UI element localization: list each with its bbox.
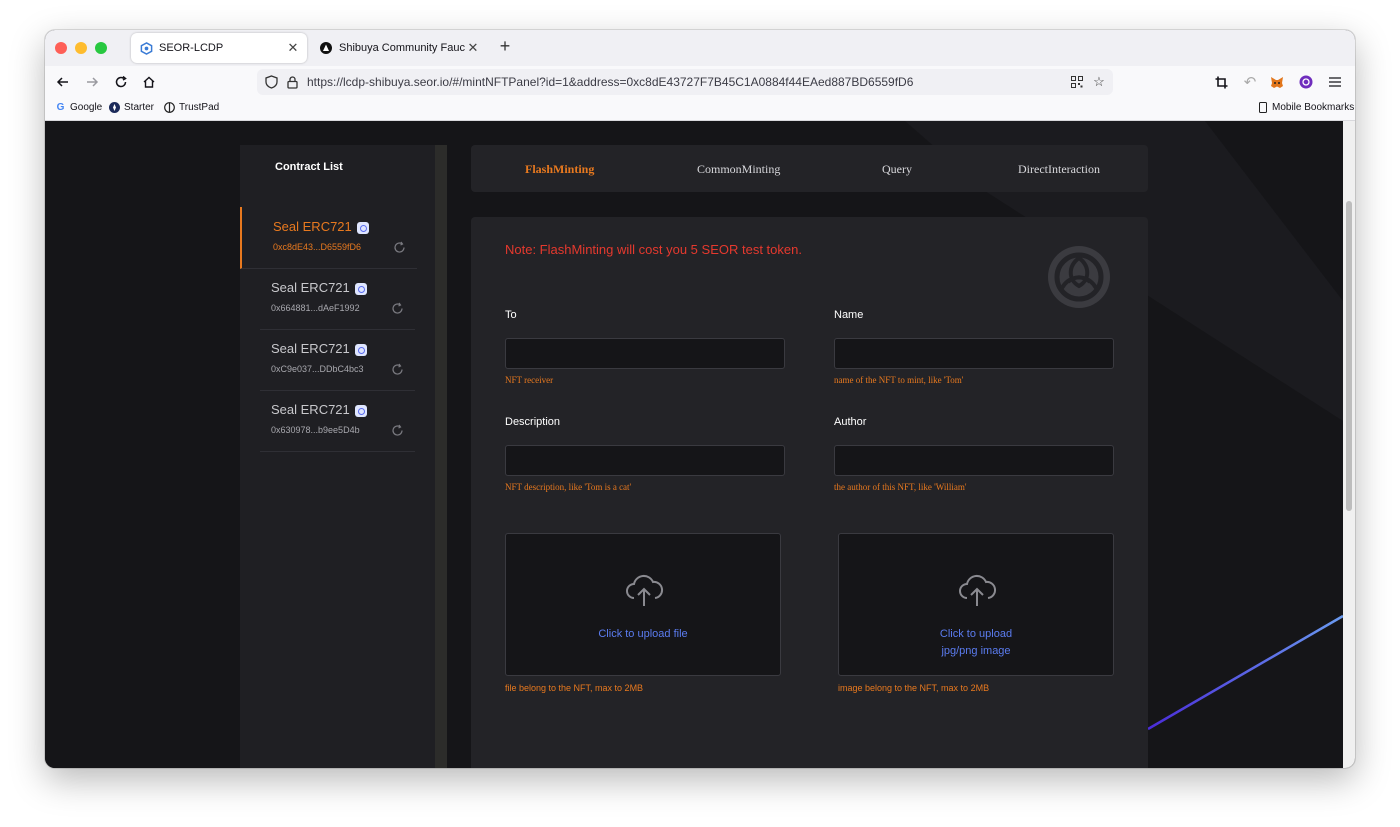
- undo-arrow-icon[interactable]: ↶: [1241, 73, 1259, 91]
- tab-title: SEOR-LCDP: [159, 42, 224, 54]
- description-input[interactable]: [505, 445, 785, 476]
- forward-arrow-icon[interactable]: [83, 73, 101, 91]
- image-upload-area[interactable]: Click to upload jpg/png image: [838, 533, 1114, 676]
- contract-list-sidebar: Contract List Seal ERC721 0xc8dE43...D65…: [240, 145, 435, 768]
- bookmark-label: Google: [70, 102, 103, 113]
- zoom-window-button[interactable]: [95, 42, 107, 54]
- page-scrollbar[interactable]: [1343, 121, 1355, 768]
- name-hint: name of the NFT to mint, like 'Tom': [834, 375, 964, 385]
- qr-code-icon[interactable]: [1069, 74, 1085, 90]
- contract-item[interactable]: Seal ERC721 0xC9e037...DDbC4bc3: [260, 329, 415, 391]
- lock-icon[interactable]: [284, 74, 300, 90]
- hamburger-menu-icon[interactable]: [1326, 73, 1344, 91]
- bookmark-google[interactable]: G Google: [55, 102, 103, 113]
- name-input[interactable]: [834, 338, 1114, 369]
- name-label: Name: [834, 309, 864, 321]
- contract-name: Seal ERC721: [271, 280, 350, 295]
- bookmark-starter[interactable]: Starter: [109, 102, 154, 113]
- tab-directinteraction[interactable]: DirectInteraction: [1018, 162, 1100, 177]
- plus-icon[interactable]: +: [495, 36, 515, 57]
- contract-address: 0xC9e037...DDbC4bc3: [271, 364, 364, 374]
- url-bar[interactable]: https://lcdp-shibuya.seor.io/#/mintNFTPa…: [257, 69, 1113, 95]
- refresh-icon[interactable]: [391, 424, 404, 437]
- sidebar-title: Contract List: [275, 161, 343, 173]
- bookmark-label: TrustPad: [179, 102, 220, 113]
- metamask-fox-icon[interactable]: [1268, 73, 1286, 91]
- page-content: Contract List Seal ERC721 0xc8dE43...D65…: [45, 121, 1343, 768]
- contract-name: Seal ERC721: [271, 341, 350, 356]
- contract-badge-icon: [355, 405, 367, 417]
- contract-badge-icon: [355, 283, 367, 295]
- close-tab-icon[interactable]: ✕: [285, 40, 301, 56]
- minting-tabs: FlashMinting CommonMinting Query DirectI…: [471, 145, 1148, 192]
- contract-badge-icon: [357, 222, 369, 234]
- refresh-icon[interactable]: [391, 302, 404, 315]
- flashminting-panel: Note: FlashMinting will cost you 5 SEOR …: [471, 217, 1148, 768]
- home-icon[interactable]: [140, 73, 158, 91]
- contract-item[interactable]: Seal ERC721 0x664881...dAeF1992: [260, 268, 415, 330]
- to-label: To: [505, 309, 517, 321]
- scrollbar-thumb[interactable]: [1346, 201, 1352, 511]
- close-tab-icon[interactable]: ✕: [465, 40, 481, 56]
- trustpad-icon: [164, 102, 175, 113]
- file-upload-area[interactable]: Click to upload file: [505, 533, 781, 676]
- cloud-upload-icon: [626, 574, 664, 606]
- description-label: Description: [505, 416, 561, 428]
- reload-icon[interactable]: [112, 73, 130, 91]
- tab-title: Shibuya Community Faucet: [339, 42, 465, 54]
- image-upload-text-line2[interactable]: jpg/png image: [839, 643, 1113, 660]
- bookmarks-bar: G Google Starter TrustPad Mobile Bookmar…: [45, 98, 1355, 121]
- star-bookmark-icon[interactable]: ☆: [1091, 74, 1107, 90]
- author-input[interactable]: [834, 445, 1114, 476]
- polkadot-extension-icon[interactable]: [1297, 73, 1315, 91]
- bookmark-trustpad[interactable]: TrustPad: [164, 102, 219, 113]
- google-icon: G: [56, 102, 65, 113]
- tab-commonminting[interactable]: CommonMinting: [697, 162, 780, 177]
- minimize-window-button[interactable]: [75, 42, 87, 54]
- image-upload-hint: image belong to the NFT, max to 2MB: [838, 683, 990, 693]
- refresh-icon[interactable]: [393, 241, 406, 254]
- refresh-icon[interactable]: [391, 363, 404, 376]
- bookmark-label: Starter: [124, 102, 155, 113]
- file-upload-text[interactable]: Click to upload file: [506, 626, 780, 643]
- navigation-bar: https://lcdp-shibuya.seor.io/#/mintNFTPa…: [45, 66, 1355, 98]
- cloud-upload-icon: [959, 574, 997, 606]
- description-hint: NFT description, like 'Tom is a cat': [505, 482, 632, 492]
- contract-address: 0x664881...dAeF1992: [271, 303, 360, 313]
- contract-address: 0xc8dE43...D6559fD6: [273, 242, 362, 252]
- window-controls: [55, 42, 107, 54]
- mobile-bookmarks-label: Mobile Bookmarks: [1272, 102, 1355, 113]
- starter-icon: [109, 102, 120, 113]
- contract-item[interactable]: Seal ERC721 0x630978...b9ee5D4b: [260, 390, 415, 452]
- browser-window: SEOR-LCDP ✕ Shibuya Community Faucet ✕ +: [45, 30, 1355, 768]
- astar-favicon-icon: [319, 41, 333, 55]
- tab-strip: SEOR-LCDP ✕ Shibuya Community Faucet ✕ +: [45, 30, 1355, 66]
- seor-favicon-icon: [139, 41, 153, 55]
- browser-tab-faucet[interactable]: Shibuya Community Faucet ✕: [311, 33, 487, 63]
- file-upload-hint: file belong to the NFT, max to 2MB: [505, 683, 644, 693]
- seor-logo-icon: [1048, 246, 1110, 308]
- close-window-button[interactable]: [55, 42, 67, 54]
- mobile-phone-icon: [1257, 102, 1268, 113]
- contract-badge-icon: [355, 344, 367, 356]
- contract-item[interactable]: Seal ERC721 0xc8dE43...D6559fD6: [240, 207, 417, 269]
- author-hint: the author of this NFT, like 'William': [834, 482, 967, 492]
- image-upload-text-line1[interactable]: Click to upload: [839, 626, 1113, 643]
- tab-flashminting[interactable]: FlashMinting: [525, 162, 594, 177]
- url-text[interactable]: https://lcdp-shibuya.seor.io/#/mintNFTPa…: [307, 75, 913, 89]
- crop-icon[interactable]: [1212, 73, 1230, 91]
- to-hint: NFT receiver: [505, 375, 554, 385]
- contract-address: 0x630978...b9ee5D4b: [271, 425, 360, 435]
- contract-name: Seal ERC721: [273, 219, 352, 234]
- shield-icon[interactable]: [263, 74, 279, 90]
- sidebar-divider: [435, 145, 447, 768]
- contract-name: Seal ERC721: [271, 402, 350, 417]
- tab-query[interactable]: Query: [882, 162, 912, 177]
- author-label: Author: [834, 416, 867, 428]
- back-arrow-icon[interactable]: [54, 73, 72, 91]
- to-input[interactable]: [505, 338, 785, 369]
- browser-tab-seor[interactable]: SEOR-LCDP ✕: [131, 33, 307, 63]
- mobile-bookmarks[interactable]: Mobile Bookmarks: [1257, 102, 1354, 113]
- cost-note: Note: FlashMinting will cost you 5 SEOR …: [505, 242, 802, 257]
